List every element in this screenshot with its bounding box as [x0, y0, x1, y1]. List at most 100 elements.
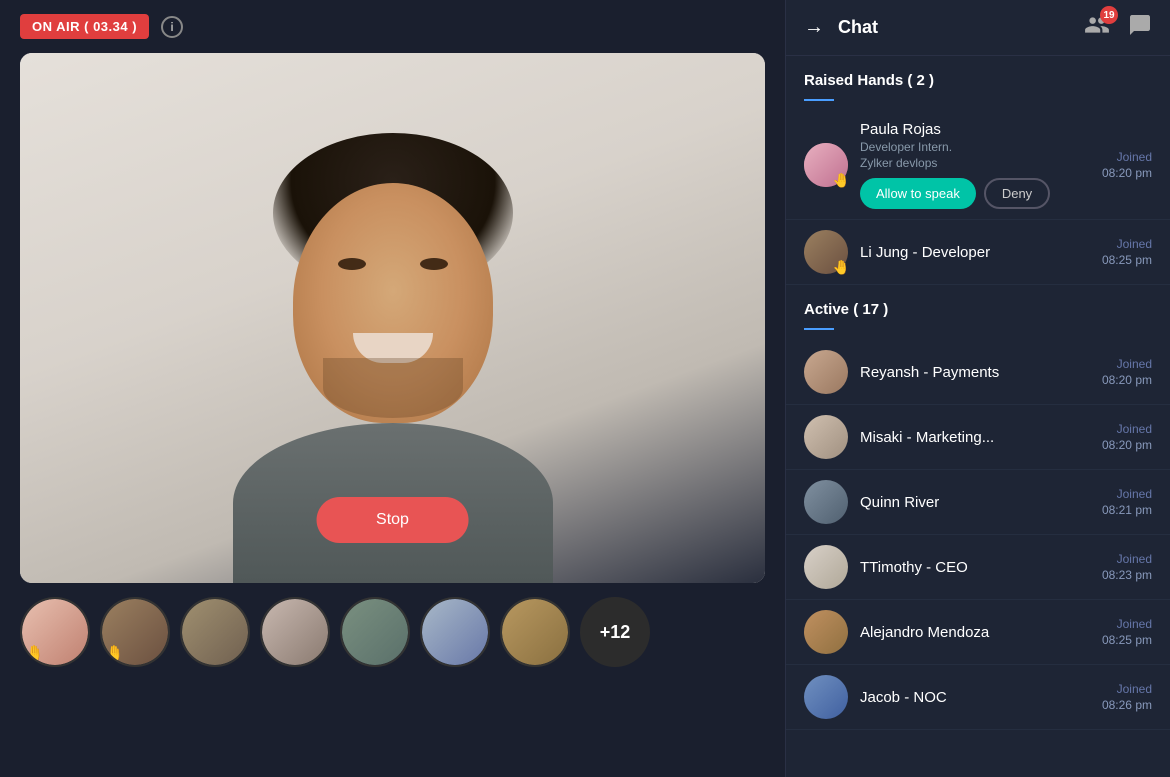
beard-shape [323, 358, 463, 418]
participant-meta-lijung: Joined 08:25 pm [1102, 237, 1152, 267]
avatar-img [804, 415, 848, 459]
right-panel: → Chat 19 Raised Hands ( 2 ) 🤚 Paula Roj… [785, 0, 1170, 777]
thumbnails-row: 🤚 🤚 +12 [0, 583, 785, 681]
participant-meta-jacob: Joined 08:26 pm [1102, 682, 1152, 712]
participant-role1: Developer Intern. [860, 140, 1090, 154]
avatar-reyansh [804, 350, 848, 394]
stop-button[interactable]: Stop [316, 497, 469, 543]
join-time: 08:20 pm [1102, 373, 1152, 387]
participant-meta-ttimothy: Joined 08:23 pm [1102, 552, 1152, 582]
join-time: 08:21 pm [1102, 503, 1152, 517]
join-time: 08:20 pm [1102, 166, 1152, 180]
active-divider [804, 328, 834, 330]
participant-item: Misaki - Marketing... Joined 08:20 pm [786, 405, 1170, 470]
eye-left [338, 258, 366, 270]
hand-badge-2: 🤚 [104, 647, 124, 663]
avatar-quinn [804, 480, 848, 524]
on-air-badge: ON AIR ( 03.34 ) [20, 14, 149, 39]
participant-meta-alejandro: Joined 08:25 pm [1102, 617, 1152, 647]
participant-info-reyansh: Reyansh - Payments [860, 364, 1090, 381]
joined-label: Joined [1102, 357, 1152, 371]
participant-item: Alejandro Mendoza Joined 08:25 pm [786, 600, 1170, 665]
thumb-4[interactable] [260, 597, 330, 667]
video-container: Stop [20, 53, 765, 583]
join-time: 08:25 pm [1102, 633, 1152, 647]
participant-item: Quinn River Joined 08:21 pm [786, 470, 1170, 535]
info-icon[interactable]: i [161, 16, 183, 38]
thumb-6[interactable] [420, 597, 490, 667]
eye-right [420, 258, 448, 270]
more-thumbnails-badge[interactable]: +12 [580, 597, 650, 667]
chat-icon [1128, 13, 1152, 37]
top-bar: ON AIR ( 03.34 ) i [0, 0, 785, 53]
participant-name: Jacob - NOC [860, 689, 1090, 706]
hand-indicator: 🤚 [833, 259, 850, 276]
participant-name: Alejandro Mendoza [860, 624, 1090, 641]
left-panel: ON AIR ( 03.34 ) i Stop [0, 0, 785, 777]
chat-title: Chat [838, 17, 1074, 38]
participants-list: Raised Hands ( 2 ) 🤚 Paula Rojas Develop… [786, 56, 1170, 777]
right-header: → Chat 19 [786, 0, 1170, 56]
back-arrow-icon[interactable]: → [804, 16, 824, 39]
participant-meta-misaki: Joined 08:20 pm [1102, 422, 1152, 452]
participant-item: Jacob - NOC Joined 08:26 pm [786, 665, 1170, 730]
hand-indicator: 🤚 [833, 172, 850, 189]
thumb-7[interactable] [500, 597, 570, 667]
chat-bubble-icon[interactable] [1128, 13, 1152, 43]
participant-info-misaki: Misaki - Marketing... [860, 429, 1090, 446]
thumb-1[interactable]: 🤚 [20, 597, 90, 667]
avatar-img [804, 545, 848, 589]
thumb-2[interactable]: 🤚 [100, 597, 170, 667]
participant-info-ttimothy: TTimothy - CEO [860, 559, 1090, 576]
join-time: 08:25 pm [1102, 253, 1152, 267]
participant-item: 🤚 Li Jung - Developer Joined 08:25 pm [786, 220, 1170, 285]
avatar-img [804, 480, 848, 524]
joined-label: Joined [1102, 237, 1152, 251]
join-time: 08:23 pm [1102, 568, 1152, 582]
join-time: 08:26 pm [1102, 698, 1152, 712]
participant-info-paula: Paula Rojas Developer Intern. Zylker dev… [860, 121, 1090, 209]
action-buttons: Allow to speak Deny [860, 178, 1090, 209]
joined-label: Joined [1102, 617, 1152, 631]
participant-info-jacob: Jacob - NOC [860, 689, 1090, 706]
joined-label: Joined [1102, 422, 1152, 436]
participant-info-quinn: Quinn River [860, 494, 1090, 511]
joined-label: Joined [1102, 150, 1152, 164]
deny-button[interactable]: Deny [984, 178, 1050, 209]
joined-label: Joined [1102, 682, 1152, 696]
avatar-lijung: 🤚 [804, 230, 848, 274]
joined-label: Joined [1102, 487, 1152, 501]
participants-count-badge: 19 [1100, 6, 1118, 24]
participant-item: TTimothy - CEO Joined 08:23 pm [786, 535, 1170, 600]
participant-name: TTimothy - CEO [860, 559, 1090, 576]
raised-hands-divider [804, 99, 834, 101]
thumb-3[interactable] [180, 597, 250, 667]
participant-info-lijung: Li Jung - Developer [860, 244, 1090, 261]
join-time: 08:20 pm [1102, 438, 1152, 452]
participant-name: Paula Rojas [860, 121, 1090, 138]
allow-to-speak-button[interactable]: Allow to speak [860, 178, 976, 209]
participant-meta-quinn: Joined 08:21 pm [1102, 487, 1152, 517]
avatar-jacob [804, 675, 848, 719]
avatar-img [804, 675, 848, 719]
raised-hands-header: Raised Hands ( 2 ) [786, 56, 1170, 95]
avatar-ttimothy [804, 545, 848, 589]
participant-name: Li Jung - Developer [860, 244, 1090, 261]
participant-meta-paula: Joined 08:20 pm [1102, 150, 1152, 180]
active-header: Active ( 17 ) [786, 285, 1170, 324]
avatar-paula: 🤚 [804, 143, 848, 187]
avatar-misaki [804, 415, 848, 459]
avatar-img [804, 350, 848, 394]
participant-item: Reyansh - Payments Joined 08:20 pm [786, 340, 1170, 405]
avatar-img [804, 610, 848, 654]
participant-name: Reyansh - Payments [860, 364, 1090, 381]
participants-button[interactable]: 19 [1084, 12, 1110, 43]
participant-meta-reyansh: Joined 08:20 pm [1102, 357, 1152, 387]
thumb-5[interactable] [340, 597, 410, 667]
participant-role2: Zylker devlops [860, 156, 1090, 170]
joined-label: Joined [1102, 552, 1152, 566]
participant-item: 🤚 Paula Rojas Developer Intern. Zylker d… [786, 111, 1170, 220]
participant-name: Quinn River [860, 494, 1090, 511]
participant-name: Misaki - Marketing... [860, 429, 1090, 446]
hand-badge-1: 🤚 [24, 647, 44, 663]
